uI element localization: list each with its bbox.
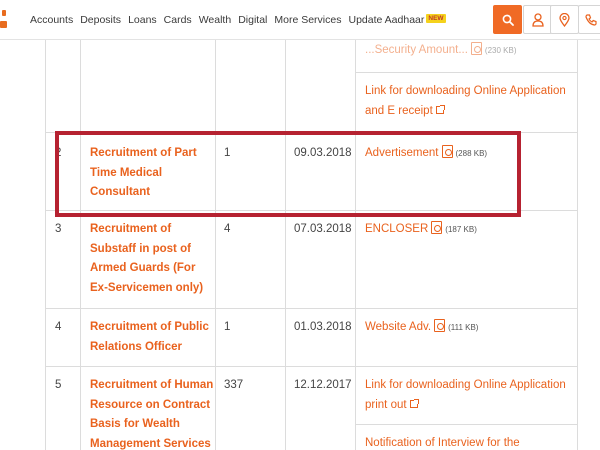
- doc-link[interactable]: ...Security Amount... (230 KB): [365, 41, 575, 61]
- nav-more-services[interactable]: More Services: [274, 14, 341, 26]
- serial-number: 3: [55, 223, 62, 235]
- publish-date: 09.03.2018: [294, 147, 352, 159]
- pdf-icon: [431, 221, 443, 234]
- external-link-icon: [409, 398, 419, 408]
- nav-accounts[interactable]: Accounts: [30, 14, 73, 26]
- search-button[interactable]: [493, 5, 522, 34]
- advertisement-link[interactable]: Advertisement (288 KB): [365, 144, 575, 164]
- file-size: (111 KB): [448, 323, 479, 332]
- nav-wealth[interactable]: Wealth: [199, 14, 232, 26]
- nav-loans[interactable]: Loans: [128, 14, 157, 26]
- posts-count: 4: [224, 223, 231, 235]
- online-application-link[interactable]: Link for downloading Online Application …: [365, 82, 575, 121]
- doc-link-text: ENCLOSER: [365, 223, 429, 235]
- file-size: (288 KB): [455, 149, 488, 158]
- recruitment-title-link[interactable]: Recruitment of Public Relations Officer: [90, 318, 215, 357]
- search-icon: [502, 14, 514, 26]
- posts-count: 1: [224, 147, 231, 159]
- posts-count: 337: [224, 379, 244, 391]
- nav-update-aadhaar[interactable]: Update Aadhaar NEW: [348, 14, 446, 26]
- bank-logo[interactable]: [0, 10, 8, 30]
- login-button[interactable]: [523, 5, 552, 34]
- nav-cards[interactable]: Cards: [164, 14, 192, 26]
- recruitment-title-link[interactable]: Recruitment of Substaff in post of Armed…: [90, 220, 215, 298]
- doc-link-text: Link for downloading Online Application …: [365, 379, 566, 411]
- table-row: 3 Recruitment of Substaff in post of Arm…: [45, 210, 577, 308]
- serial-number: 2: [55, 147, 62, 159]
- doc-link-text: Website Adv.: [365, 321, 432, 333]
- contact-button[interactable]: [578, 5, 600, 34]
- pdf-icon: [434, 319, 446, 332]
- publish-date: 01.03.2018: [294, 321, 352, 333]
- nav-digital[interactable]: Digital: [238, 14, 267, 26]
- doc-link-text: Link for downloading Online Application …: [365, 85, 566, 117]
- locate-button[interactable]: [550, 5, 579, 34]
- doc-link-text: ...Security Amount...: [365, 44, 468, 56]
- encloser-link[interactable]: ENCLOSER (187 KB): [365, 220, 575, 240]
- main-nav: Accounts Deposits Loans Cards Wealth Dig…: [30, 0, 446, 40]
- top-navigation-bar: Accounts Deposits Loans Cards Wealth Dig…: [0, 0, 600, 40]
- interview-notification-link[interactable]: Notification of Interview for the: [365, 434, 575, 450]
- recruitment-title-link[interactable]: Recruitment of Part Time Medical Consult…: [90, 144, 215, 203]
- posts-count: 1: [224, 321, 231, 333]
- pdf-icon: [470, 42, 482, 55]
- online-application-printout-link[interactable]: Link for downloading Online Application …: [365, 376, 575, 415]
- phone-icon: [585, 13, 597, 26]
- table-row: 5 Recruitment of Human Resource on Contr…: [45, 366, 577, 450]
- nav-update-aadhaar-label: Update Aadhaar: [348, 14, 425, 26]
- new-badge: NEW: [426, 14, 446, 23]
- location-icon: [559, 12, 570, 27]
- publish-date: 12.12.2017: [294, 379, 352, 391]
- external-link-icon: [435, 104, 445, 114]
- file-size: (187 KB): [445, 225, 477, 234]
- user-icon: [531, 12, 544, 27]
- file-size: (230 KB): [484, 46, 517, 55]
- serial-number: 5: [55, 379, 62, 391]
- doc-link-text: Advertisement: [365, 147, 439, 159]
- table-row: 4 Recruitment of Public Relations Office…: [45, 308, 577, 366]
- nav-deposits[interactable]: Deposits: [80, 14, 121, 26]
- recruitment-table: ...Security Amount... (230 KB) Link for d…: [0, 40, 600, 450]
- recruitment-title-link[interactable]: Recruitment of Human Resource on Contrac…: [90, 376, 215, 450]
- website-adv-link[interactable]: Website Adv. (111 KB): [365, 318, 575, 338]
- doc-link-text: Notification of Interview for the: [365, 437, 520, 449]
- table-row: ...Security Amount... (230 KB) Link for d…: [45, 38, 577, 132]
- pdf-icon: [441, 145, 453, 158]
- publish-date: 07.03.2018: [294, 223, 352, 235]
- table-row: 2 Recruitment of Part Time Medical Consu…: [45, 132, 577, 210]
- serial-number: 4: [55, 321, 62, 333]
